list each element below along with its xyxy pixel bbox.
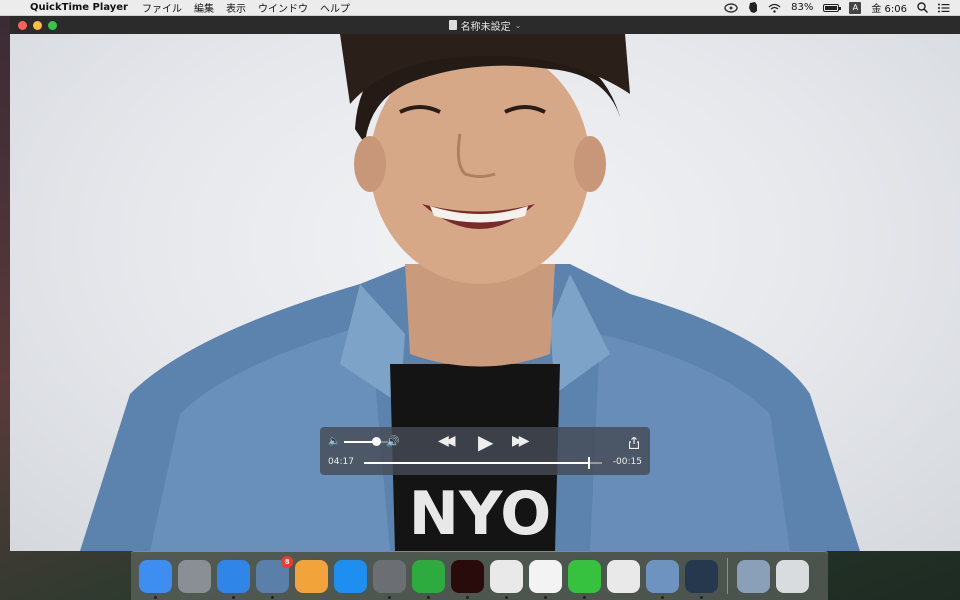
battery-percent: 83%	[791, 2, 814, 13]
app-menu[interactable]: QuickTime Player	[30, 2, 128, 13]
creative-cloud-icon[interactable]	[724, 2, 738, 13]
scrubber-fill	[364, 462, 589, 464]
input-source-icon[interactable]: A	[849, 1, 862, 14]
window-title: 名称未設定	[460, 21, 511, 33]
dock-chrome-icon[interactable]	[490, 559, 523, 599]
evernote-icon[interactable]	[748, 2, 758, 13]
rewind-button[interactable]: ◀◀	[438, 433, 455, 449]
dock-app-store-icon[interactable]	[334, 559, 367, 593]
chevron-down-icon[interactable]: ⌄	[515, 21, 522, 30]
menu-edit[interactable]: 編集	[194, 0, 214, 15]
window-titlebar[interactable]: 名称未設定 ⌄	[10, 16, 960, 34]
dock-launchpad-icon[interactable]	[178, 559, 211, 593]
dock-itunes-icon[interactable]	[529, 559, 562, 599]
dock: 8	[131, 551, 828, 600]
document-icon	[448, 20, 457, 30]
playhead[interactable]	[587, 457, 590, 469]
dock-mail-icon[interactable]: 8	[256, 555, 293, 599]
playback-controls: 🔈 🔊 ◀◀ ▶ ▶▶ 04:17 -00:15	[320, 427, 650, 475]
video-frame[interactable]: NYO 🔈 🔊 ◀◀ ▶ ▶▶ 04:17 -00:15	[10, 34, 960, 551]
volume-knob[interactable]	[371, 437, 381, 446]
elapsed-time: 04:17	[328, 457, 354, 467]
dock-chrome-2-icon[interactable]	[607, 559, 640, 593]
dock-preview-icon[interactable]	[646, 559, 679, 599]
volume-high-icon[interactable]: 🔊	[386, 435, 400, 448]
dock-finder-icon[interactable]	[139, 559, 172, 599]
minimize-button[interactable]	[33, 21, 42, 30]
running-indicator	[466, 595, 469, 599]
dock-line-icon[interactable]	[568, 559, 601, 599]
quicktime-window: 名称未設定 ⌄ NYO 🔈 🔊 ◀◀ ▶ ▶▶ 04:17 -00:15	[10, 16, 960, 551]
menu-file[interactable]: ファイル	[142, 0, 182, 15]
window-title-group[interactable]: 名称未設定 ⌄	[448, 18, 522, 33]
dock-safari-icon[interactable]	[217, 559, 250, 599]
volume-slider-fill	[344, 441, 376, 443]
running-indicator	[154, 595, 157, 599]
running-indicator	[232, 595, 235, 599]
dock-acrobat-icon[interactable]	[451, 559, 484, 599]
svg-text:NYO: NYO	[409, 479, 552, 549]
dock-trash-icon[interactable]	[776, 559, 809, 593]
search-icon[interactable]	[917, 2, 928, 13]
menu-bar: QuickTime Player ファイル 編集 表示 ウインドウ ヘルプ 83…	[0, 0, 960, 16]
running-indicator	[544, 595, 547, 599]
battery-fill	[825, 5, 837, 10]
running-indicator	[661, 595, 664, 599]
menu-view[interactable]: 表示	[226, 0, 246, 15]
notification-list-icon[interactable]	[938, 3, 950, 13]
running-indicator	[271, 595, 274, 599]
play-button[interactable]: ▶	[478, 430, 493, 454]
window-controls	[18, 21, 63, 30]
running-indicator	[583, 595, 586, 599]
volume-low-icon[interactable]: 🔈	[328, 436, 340, 447]
dock-evernote-icon[interactable]	[412, 559, 445, 599]
notification-badge: 8	[281, 555, 293, 568]
dock-system-preferences-icon[interactable]	[373, 559, 406, 599]
running-indicator	[505, 595, 508, 599]
remaining-time: -00:15	[612, 457, 642, 467]
fast-forward-button[interactable]: ▶▶	[512, 433, 529, 449]
dock-separator	[727, 558, 728, 594]
wifi-icon[interactable]	[768, 3, 781, 13]
dock-quicktime-icon[interactable]	[685, 559, 718, 599]
dock-photo-folder-icon[interactable]	[737, 559, 770, 593]
clock[interactable]: 金 6:06	[871, 0, 907, 15]
running-indicator	[700, 595, 703, 599]
battery-icon[interactable]	[823, 3, 842, 12]
share-icon[interactable]	[628, 434, 640, 450]
close-button[interactable]	[18, 21, 27, 30]
menu-help[interactable]: ヘルプ	[320, 0, 350, 15]
running-indicator	[388, 595, 391, 599]
running-indicator	[427, 595, 430, 599]
menu-window[interactable]: ウインドウ	[258, 0, 308, 15]
dock-pages-icon[interactable]	[295, 559, 328, 593]
fullscreen-button[interactable]	[48, 21, 57, 30]
